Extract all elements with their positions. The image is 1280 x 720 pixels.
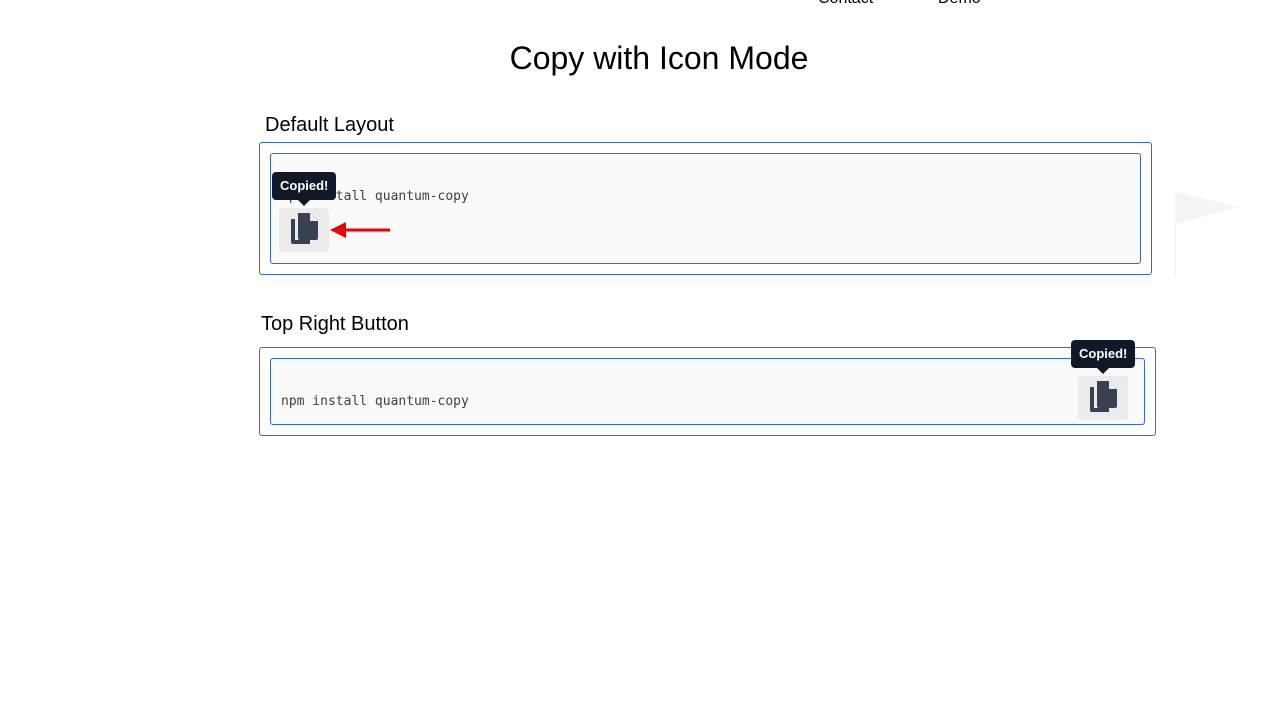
flag-shape-icon [1175, 192, 1239, 276]
annotation-arrow-icon [330, 222, 390, 238]
copied-tooltip: Copied! [1071, 340, 1136, 374]
copied-tooltip: Copied! [272, 172, 337, 206]
copy-icon [288, 210, 320, 251]
code-block [270, 153, 1141, 264]
copy-button[interactable] [1078, 376, 1128, 420]
nav-link-demo[interactable]: Demo [938, 0, 981, 8]
copy-button[interactable] [279, 208, 329, 252]
section-heading-top-right-button: Top Right Button [261, 313, 409, 335]
top-right-button-container [259, 347, 1156, 436]
page-title: Copy with Icon Mode [509, 40, 809, 76]
code-block [270, 358, 1145, 425]
section-heading-default-layout: Default Layout [265, 114, 394, 136]
nav-link-contact[interactable]: Contact [818, 0, 873, 8]
code-text[interactable]: npm install quantum-copy [281, 394, 469, 409]
default-layout-container [259, 142, 1152, 275]
copy-icon [1087, 378, 1119, 419]
